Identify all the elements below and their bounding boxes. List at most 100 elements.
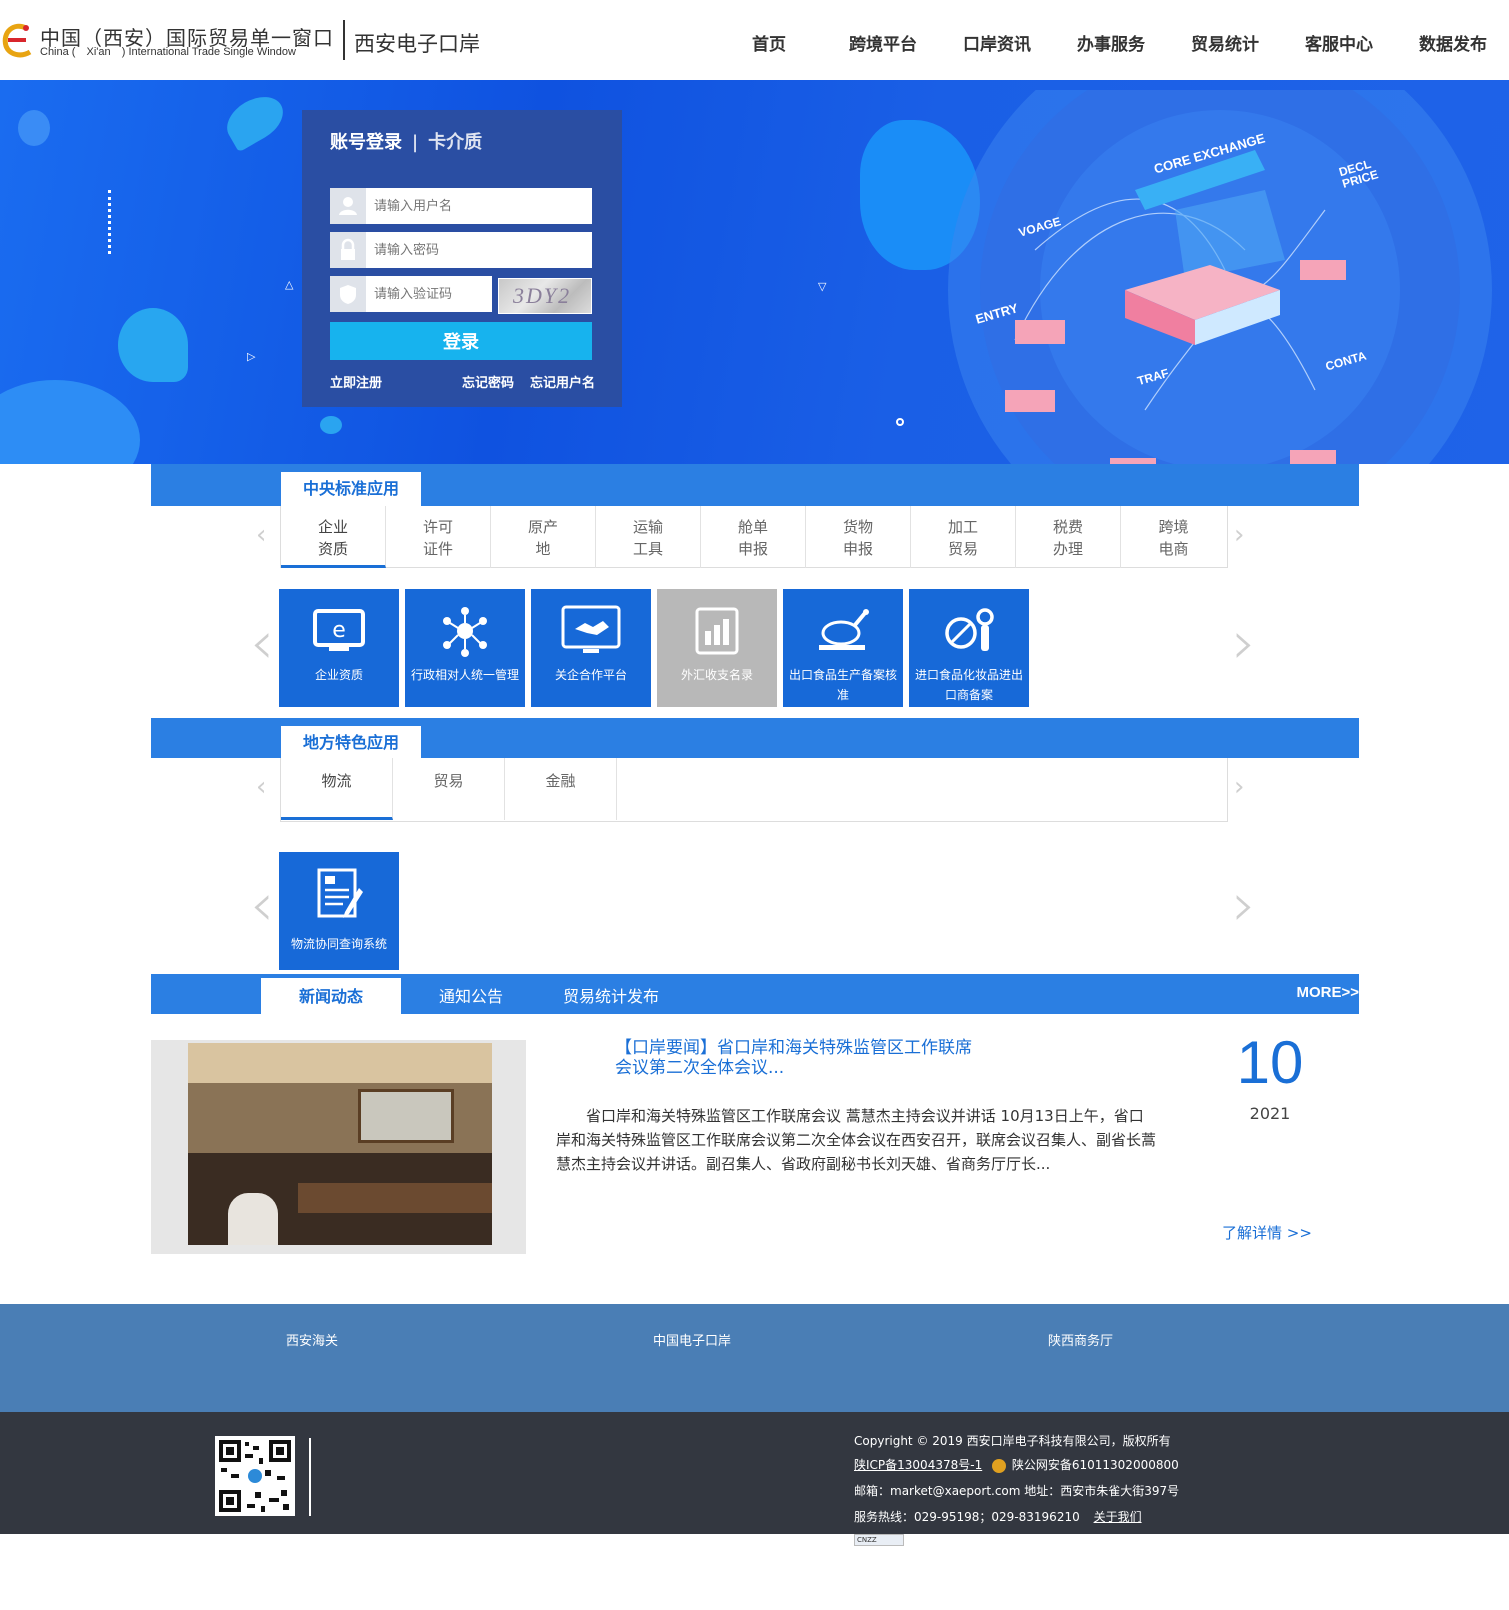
photo-person <box>228 1193 278 1245</box>
link-xian-customs[interactable]: 西安海关 <box>286 1330 338 1349</box>
subtab-logistics[interactable]: 物流 <box>281 758 393 820</box>
username-input[interactable] <box>366 188 592 224</box>
photo-painting <box>358 1089 454 1143</box>
login-tab-separator: | <box>412 132 419 153</box>
subtab-label: 电商 <box>1158 540 1189 558</box>
tile-import-food-cosmetics[interactable]: 进口食品化妆品进出口商备案 <box>909 589 1029 707</box>
nav-cross-border[interactable]: 跨境平台 <box>849 30 917 55</box>
tile-label: 物流协同查询系统 <box>290 937 387 951</box>
tab-account-login[interactable]: 账号登录 <box>330 132 402 153</box>
nav-customer-center[interactable]: 客服中心 <box>1305 30 1373 55</box>
news-date-year: 2021 <box>1249 1104 1291 1123</box>
news-photo[interactable] <box>188 1043 492 1245</box>
central-tiles-next-icon[interactable]: › <box>1232 608 1256 678</box>
local-subtab-prev-icon[interactable]: ‹ <box>256 772 266 802</box>
captcha-field <box>330 276 492 312</box>
subtab-label: 工具 <box>632 540 663 558</box>
tile-label: 进口食品化妆品进出口商备案 <box>914 668 1023 702</box>
monitor-certificate-icon: e <box>313 609 365 651</box>
nav-home[interactable]: 首页 <box>752 30 786 55</box>
subtab-label: 加工 <box>947 518 978 536</box>
news-image-frame <box>151 1040 526 1254</box>
nav-trade-stats[interactable]: 贸易统计 <box>1191 30 1259 55</box>
tile-admin-counterpart[interactable]: 行政相对人统一管理 <box>405 589 525 707</box>
central-subtab-next-icon[interactable]: › <box>1234 520 1244 550</box>
local-subtab-next-icon[interactable]: › <box>1234 772 1244 802</box>
tile-enterprise-qualification[interactable]: e 企业资质 <box>279 589 399 707</box>
subtab-processing-trade[interactable]: 加工 贸易 <box>911 506 1016 568</box>
captcha-image[interactable]: 3DY2 <box>498 278 592 314</box>
subtab-label: 货物 <box>842 518 873 536</box>
subtab-trade[interactable]: 贸易 <box>393 758 505 820</box>
cosmetics-icon <box>945 608 994 651</box>
password-input[interactable] <box>366 232 592 268</box>
subtab-finance[interactable]: 金融 <box>505 758 617 820</box>
tab-news[interactable]: 新闻动态 <box>261 978 401 1014</box>
subtab-taxes[interactable]: 税费 办理 <box>1016 506 1121 568</box>
local-apps-bar: 地方特色应用 <box>151 718 1359 760</box>
captcha-input[interactable] <box>366 276 492 312</box>
subtab-label: 税费 <box>1052 518 1083 536</box>
user-icon <box>330 188 366 224</box>
subtab-label: 申报 <box>737 540 768 558</box>
site-name: 西安电子口岸 <box>354 32 480 56</box>
local-tiles-next-icon[interactable]: › <box>1232 870 1256 940</box>
copyright-text: Copyright © 2019 西安口岸电子科技有限公司，版权所有 <box>854 1434 1171 1448</box>
svg-text:e: e <box>332 618 346 643</box>
central-subtab-prev-icon[interactable]: ‹ <box>256 520 266 550</box>
tile-label: 外汇收支名录 <box>680 668 753 682</box>
decor-blob <box>18 110 50 146</box>
tile-label: 企业资质 <box>314 668 363 682</box>
register-link[interactable]: 立即注册 <box>330 372 382 391</box>
nav-data-release[interactable]: 数据发布 <box>1419 30 1487 55</box>
local-tiles-prev-icon[interactable]: ‹ <box>250 870 274 940</box>
subtab-label: 跨境 <box>1158 518 1189 536</box>
link-china-e-port[interactable]: 中国电子口岸 <box>653 1330 731 1349</box>
subtab-goods-declaration[interactable]: 货物 申报 <box>806 506 911 568</box>
nav-services[interactable]: 办事服务 <box>1077 30 1145 55</box>
subtab-label: 办理 <box>1052 540 1083 558</box>
icp-link[interactable]: 陕ICP备13004378号-1 <box>854 1458 982 1472</box>
single-window-logo-icon <box>2 23 32 58</box>
subtab-origin[interactable]: 原产地 <box>491 506 596 568</box>
nav-port-news[interactable]: 口岸资讯 <box>963 30 1031 55</box>
cnzz-stats-badge[interactable]: CNZZ <box>854 1534 904 1546</box>
more-link[interactable]: MORE>> <box>1296 984 1359 1001</box>
dotted-line-decor <box>108 190 112 254</box>
news-detail-link[interactable]: 了解详情 >> <box>1222 1222 1312 1243</box>
tile-customs-enterprise-platform[interactable]: 关企合作平台 <box>531 589 651 707</box>
link-shaanxi-commerce[interactable]: 陕西商务厅 <box>1048 1330 1113 1349</box>
local-apps-title[interactable]: 地方特色应用 <box>281 726 421 760</box>
subtab-label: 原产 <box>527 518 558 536</box>
forgot-username-link[interactable]: 忘记用户名 <box>530 372 595 391</box>
subtab-licenses[interactable]: 许可 证件 <box>386 506 491 568</box>
central-apps-title[interactable]: 中央标准应用 <box>281 472 421 506</box>
tile-logistics-query[interactable]: 物流协同查询系统 <box>279 852 399 970</box>
tab-notices[interactable]: 通知公告 <box>411 978 531 1014</box>
tile-export-food-filing[interactable]: 出口食品生产备案核准 <box>783 589 903 707</box>
logo-divider <box>343 20 345 60</box>
circle-decor <box>896 418 904 426</box>
tile-forex-directory[interactable]: 外汇收支名录 <box>657 589 777 707</box>
captcha-text: 3DY2 <box>513 283 572 308</box>
subtab-label: 贸易 <box>947 540 978 558</box>
decor-blob <box>0 380 140 464</box>
subtab-enterprise-qualification[interactable]: 企业 资质 <box>281 506 386 568</box>
central-tiles-prev-icon[interactable]: ‹ <box>250 608 274 678</box>
forgot-password-link[interactable]: 忘记密码 <box>462 372 514 391</box>
subtab-label: 许可 <box>422 518 453 536</box>
tab-card-login[interactable]: 卡介质 <box>428 132 482 153</box>
tile-label: 行政相对人统一管理 <box>410 668 519 682</box>
tab-trade-stats-release[interactable]: 贸易统计发布 <box>541 978 681 1014</box>
police-badge-icon <box>992 1458 1007 1473</box>
subtab-cross-border-ecommerce[interactable]: 跨境 电商 <box>1121 506 1226 568</box>
news-headline-link[interactable]: 【口岸要闻】省口岸和海关特殊监管区工作联席会议第二次全体会议... <box>615 1038 975 1078</box>
login-button[interactable]: 登录 <box>330 322 592 360</box>
qr-code-icon <box>215 1436 295 1516</box>
subtab-transport[interactable]: 运输 工具 <box>596 506 701 568</box>
news-summary: 省口岸和海关特殊监管区工作联席会议 蒿慧杰主持会议并讲话 10月13日上午，省口… <box>556 1107 1157 1173</box>
about-us-link[interactable]: 关于我们 <box>1094 1510 1142 1524</box>
local-subtabs: 物流 贸易 金融 <box>280 758 1228 822</box>
decor-blob <box>219 87 291 153</box>
subtab-manifest[interactable]: 舱单 申报 <box>701 506 806 568</box>
